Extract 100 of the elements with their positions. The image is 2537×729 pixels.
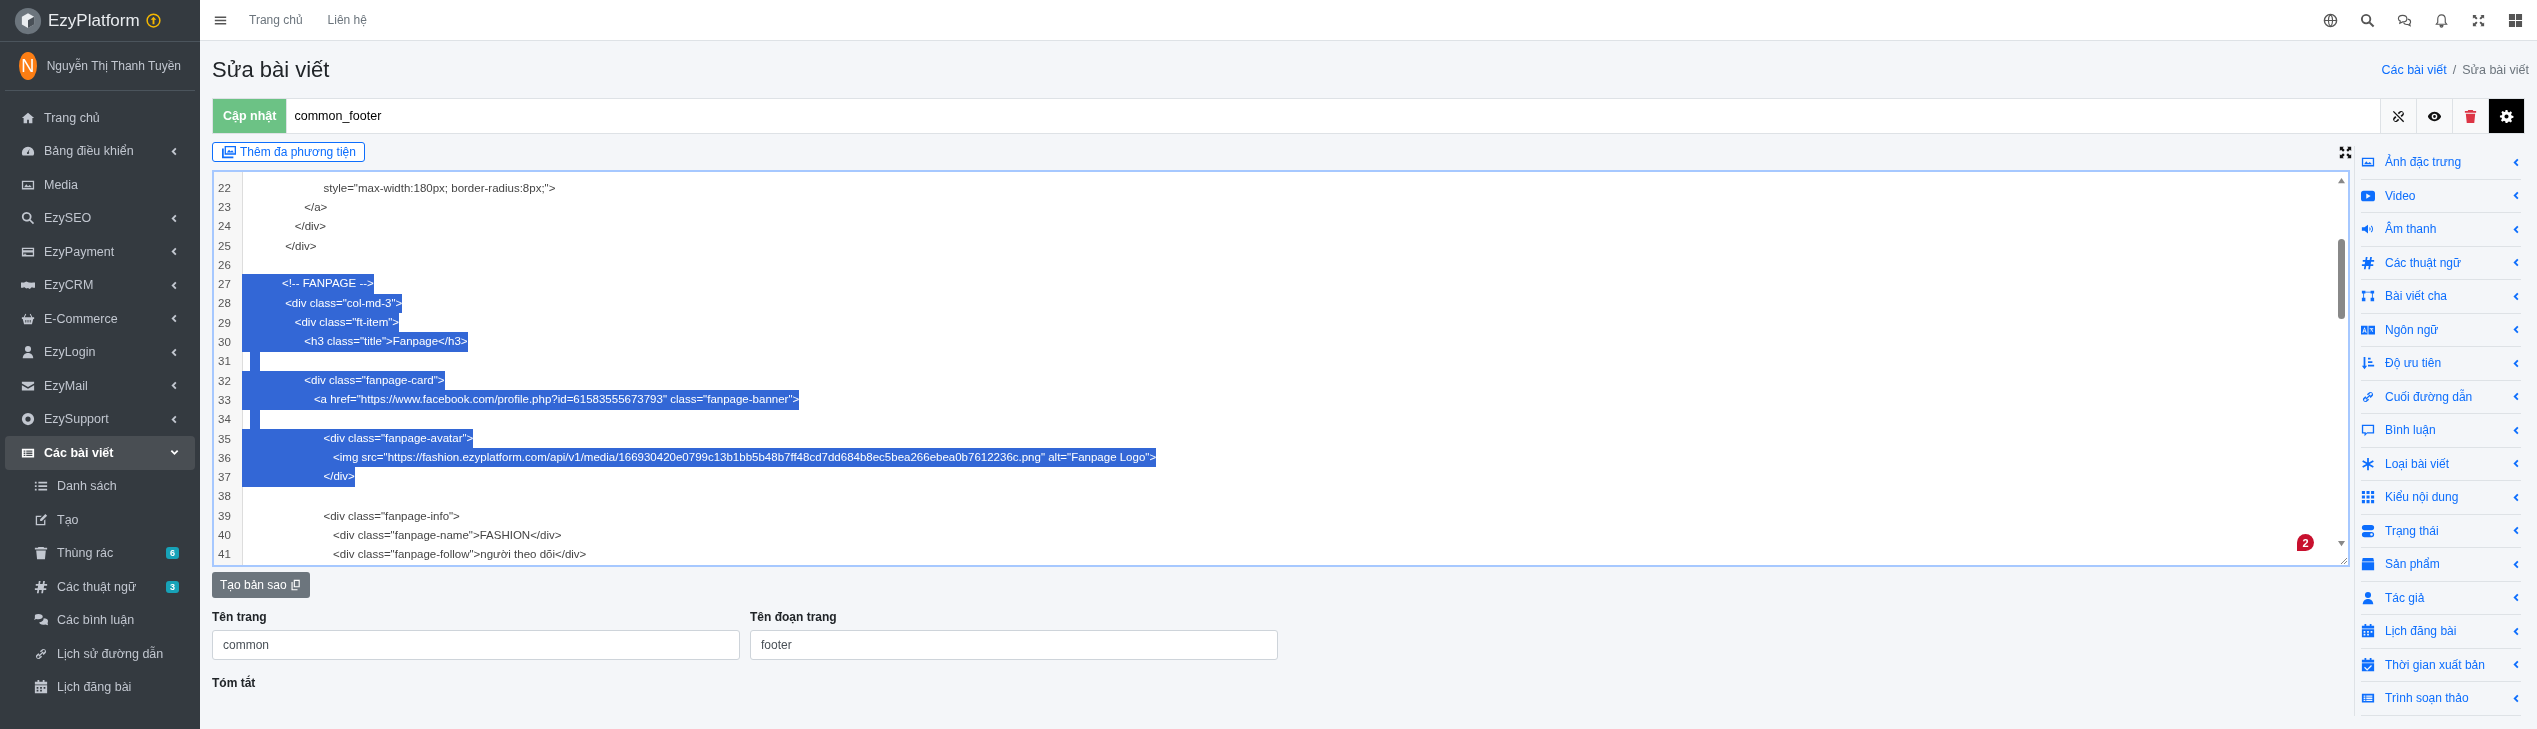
- panel-item[interactable]: Cuối đường dẫn: [2361, 380, 2521, 414]
- line-number: 34: [217, 413, 232, 426]
- chevron-left-icon: [170, 280, 179, 290]
- text-field[interactable]: common: [212, 630, 740, 660]
- video-icon: [2361, 188, 2375, 203]
- chevron-left-icon: [2512, 425, 2521, 435]
- line-number: 26: [217, 258, 232, 271]
- panel-item[interactable]: Trình soạn thảo: [2361, 682, 2521, 716]
- user-icon: [2361, 590, 2375, 605]
- panel-item[interactable]: Âm thanh: [2361, 213, 2521, 247]
- grid-icon: [2361, 490, 2375, 505]
- sidebar-item[interactable]: EzyLogin: [5, 335, 195, 369]
- panel-item[interactable]: Trạng thái: [2361, 514, 2521, 548]
- resize-handle[interactable]: [2338, 555, 2348, 565]
- panel-item[interactable]: Ảnh đặc trưng: [2361, 146, 2521, 180]
- chevron-left-icon: [2512, 459, 2521, 469]
- chevron-left-icon: [170, 414, 179, 424]
- sidebar-item[interactable]: EzySupport: [5, 402, 195, 436]
- line-number: 36: [217, 451, 232, 464]
- toggle-icon: [2361, 523, 2375, 538]
- comment-icon: [2361, 423, 2375, 438]
- code-editor[interactable]: [212, 170, 2350, 567]
- panel-item[interactable]: Bài viết cha: [2361, 280, 2521, 314]
- search-icon: [21, 211, 35, 226]
- user-name[interactable]: Nguyễn Thị Thanh Tuyền: [46, 59, 181, 73]
- fullscreen-icon[interactable]: [2471, 12, 2486, 28]
- chevron-left-icon: [2512, 291, 2521, 301]
- chevron-left-icon: [170, 213, 179, 223]
- unlink-button[interactable]: [2381, 98, 2417, 134]
- user-avatar[interactable]: N: [19, 52, 37, 80]
- globe-icon[interactable]: [2323, 12, 2338, 28]
- line-number: 24: [217, 220, 232, 233]
- panel-item[interactable]: Lịch đăng bài: [2361, 615, 2521, 649]
- line-number: 25: [217, 239, 232, 252]
- apps-grid-icon[interactable]: [2508, 12, 2523, 28]
- panel-item[interactable]: Kiểu nội dung: [2361, 481, 2521, 515]
- sidebar-item[interactable]: EzySEO: [5, 201, 195, 235]
- chevron-left-icon: [2512, 559, 2521, 569]
- line-number: 40: [217, 529, 232, 541]
- sidebar-item[interactable]: Bảng điều khiển: [5, 134, 195, 168]
- menu-icon[interactable]: [214, 13, 227, 27]
- delete-button[interactable]: [2453, 98, 2489, 134]
- sidebar-item[interactable]: EzyMail: [5, 369, 195, 403]
- text-field[interactable]: footer: [750, 630, 1278, 660]
- panel-item[interactable]: Thời gian xuất bản: [2361, 648, 2521, 682]
- breadcrumb-link[interactable]: Các bài viết: [2381, 62, 2447, 77]
- chevron-left-icon: [2512, 325, 2521, 335]
- panel-item[interactable]: Bình luận: [2361, 414, 2521, 448]
- chat-icon[interactable]: [2397, 12, 2412, 28]
- line-number: 30: [217, 336, 232, 348]
- search-icon[interactable]: [2360, 12, 2375, 28]
- hierarchy-icon: [2361, 289, 2375, 304]
- sidebar-subitem[interactable]: Lịch đăng bài: [5, 670, 195, 704]
- code-line: style="max-width:180px; border-radius:8px;">: [322, 181, 556, 194]
- scroll-up-icon: [2336, 177, 2346, 184]
- title-input[interactable]: common_footer: [287, 98, 2381, 134]
- line-number: 37: [217, 471, 232, 484]
- sidebar-subitem[interactable]: Tạo: [5, 503, 195, 537]
- chevron-left-icon: [170, 314, 179, 324]
- panel-item[interactable]: Các thuật ngữ: [2361, 246, 2521, 280]
- expand-icon[interactable]: [2339, 145, 2352, 159]
- sidebar-subitem[interactable]: Thùng rác 6: [5, 536, 195, 570]
- duplicate-button[interactable]: Tạo bản sao: [212, 572, 310, 598]
- panel-item[interactable]: Ngôn ngữ: [2361, 313, 2521, 347]
- sidebar-item[interactable]: E-Commerce: [5, 302, 195, 336]
- sidebar-subitem[interactable]: Danh sách: [5, 469, 195, 503]
- panel-item[interactable]: Video: [2361, 179, 2521, 213]
- panel-item[interactable]: Loại bài viết: [2361, 447, 2521, 481]
- nav-link[interactable]: Trang chủ: [249, 13, 303, 27]
- nav-link[interactable]: Liên hệ: [327, 13, 367, 27]
- sidebar-item[interactable]: Media: [5, 168, 195, 202]
- sidebar-item[interactable]: EzyCRM: [5, 268, 195, 302]
- sidebar-subitem[interactable]: Lịch sử đường dẫn: [5, 637, 195, 671]
- line-number: 31: [217, 355, 232, 368]
- preview-button[interactable]: [2417, 98, 2453, 134]
- sidebar-item[interactable]: Các bài viết: [5, 436, 195, 470]
- line-number: 38: [217, 490, 232, 503]
- sidebar-item[interactable]: Trang chủ: [5, 101, 195, 135]
- settings-icon: [2499, 108, 2514, 124]
- breadcrumb-separator: /: [2452, 62, 2457, 77]
- hash-icon: [34, 579, 48, 594]
- brand-name: EzyPlatform: [48, 10, 140, 31]
- panel-item[interactable]: Tác giả: [2361, 581, 2521, 615]
- bell-icon[interactable]: [2434, 12, 2449, 28]
- edit-icon: [34, 512, 48, 527]
- settings-button[interactable]: [2489, 98, 2525, 134]
- scrollbar-thumb[interactable]: [2337, 239, 2345, 319]
- chevron-left-icon: [2512, 693, 2521, 703]
- add-media-button[interactable]: Thêm đa phương tiện: [212, 142, 365, 162]
- panel-item[interactable]: Sản phẩm: [2361, 548, 2521, 582]
- line-number: 27: [217, 278, 232, 291]
- count-badge: 3: [166, 580, 179, 593]
- scroll-down-icon: [2336, 540, 2346, 547]
- sidebar-item[interactable]: EzyPayment: [5, 235, 195, 269]
- chevron-left-icon: [170, 381, 179, 391]
- panel-item[interactable]: Độ ưu tiên: [2361, 347, 2521, 381]
- sidebar-subitem[interactable]: Các bình luận: [5, 603, 195, 637]
- line-number: 28: [217, 297, 232, 310]
- chevron-down-icon: [170, 448, 179, 458]
- sidebar-subitem[interactable]: Các thuật ngữ 3: [5, 570, 195, 604]
